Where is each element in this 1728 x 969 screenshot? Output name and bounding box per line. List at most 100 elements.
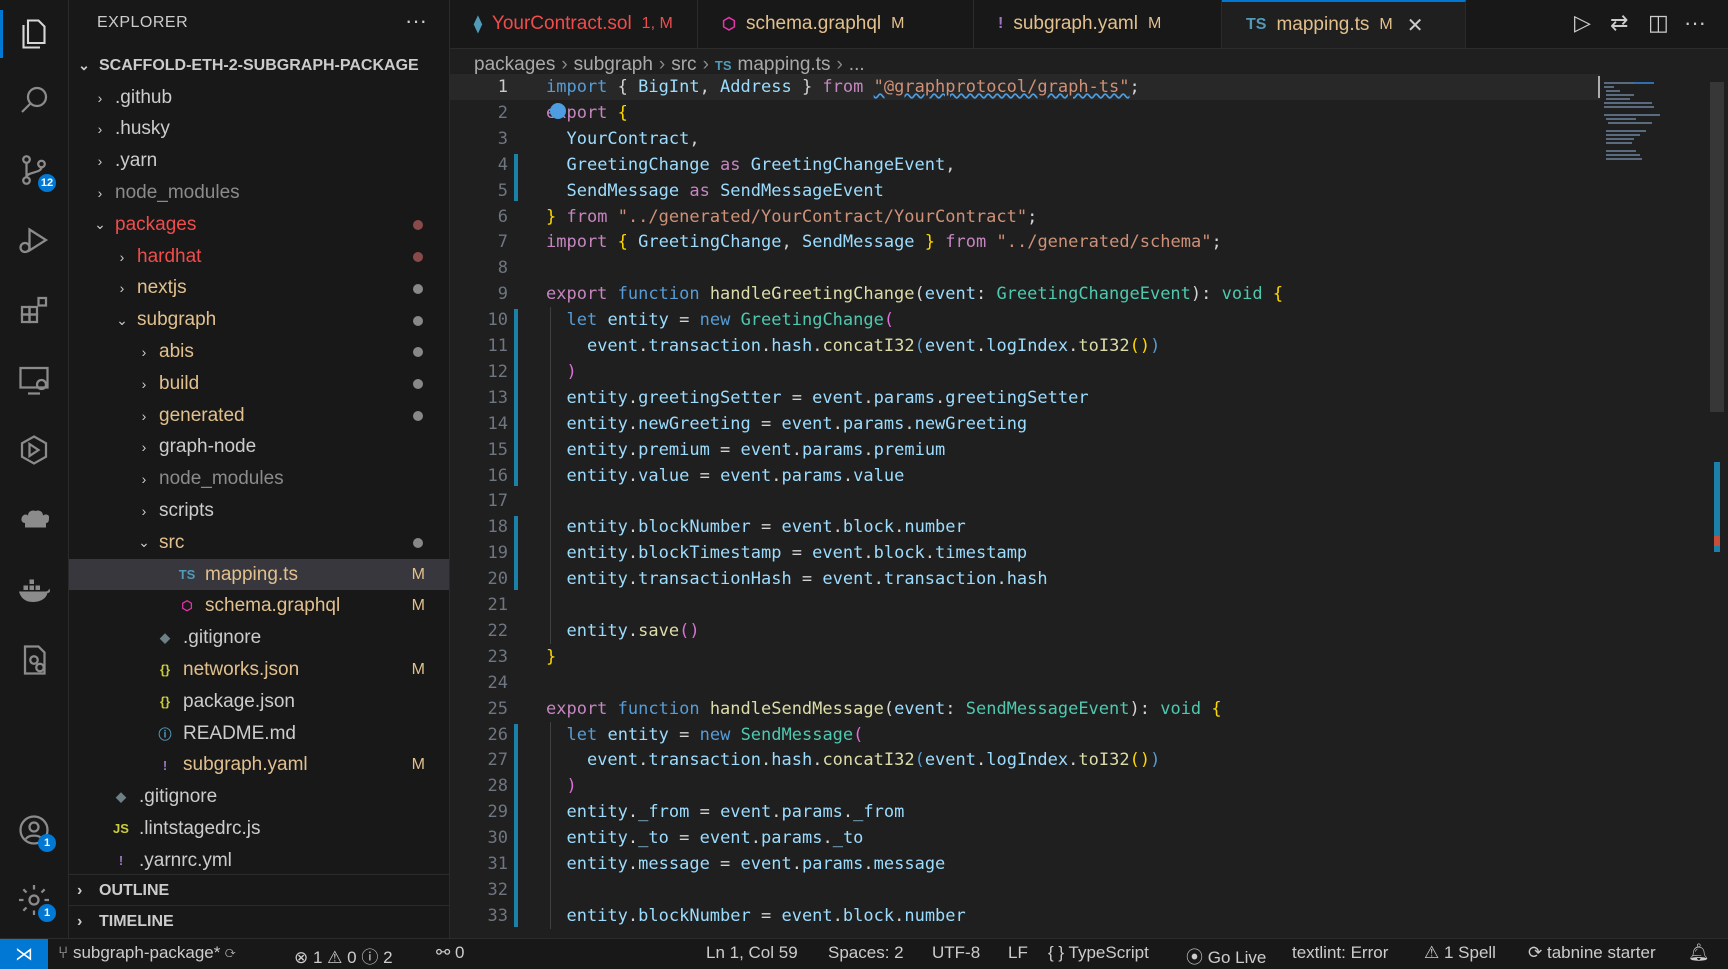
eol-status[interactable]: LF: [1008, 943, 1028, 963]
editor-tab[interactable]: ⬡ schema.graphql M: [698, 0, 974, 48]
scrollbar-thumb[interactable]: [1710, 82, 1724, 412]
git-change-marker[interactable]: [514, 516, 518, 590]
extensions-icon[interactable]: [0, 280, 68, 340]
explorer-icon[interactable]: [0, 4, 68, 64]
tree-folder[interactable]: › scripts: [69, 495, 449, 526]
tree-file[interactable]: ! .yarnrc.yml: [69, 845, 449, 876]
code-line[interactable]: 5 SendMessage as SendMessageEvent: [450, 178, 1600, 204]
editor-tab[interactable]: ⧫ YourContract.sol 1, M: [450, 0, 698, 48]
remote-indicator-icon[interactable]: ⋊: [0, 939, 48, 969]
breadcrumb-item[interactable]: src: [671, 54, 696, 76]
tree-folder[interactable]: › abis: [69, 336, 449, 367]
tabnine-status[interactable]: ⟳ tabnine starter: [1528, 943, 1656, 963]
code-line[interactable]: 31 entity.message = event.params.message: [450, 851, 1600, 877]
textlint-status[interactable]: textlint: Error: [1292, 943, 1388, 963]
tree-file[interactable]: ⬡ schema.graphql M: [69, 591, 449, 622]
code-line[interactable]: 8: [450, 255, 1600, 281]
tree-file[interactable]: JS .lintstagedrc.js: [69, 813, 449, 844]
breadcrumb-item[interactable]: mapping.ts: [738, 54, 831, 76]
outline-section[interactable]: › OUTLINE: [69, 874, 449, 906]
run-debug-icon[interactable]: [0, 210, 68, 270]
tree-folder[interactable]: ⌄ subgraph: [69, 305, 449, 336]
editor-tab[interactable]: TS mapping.ts M ✕: [1222, 0, 1466, 48]
run-icon[interactable]: ▷: [1574, 10, 1591, 36]
indentation-status[interactable]: Spaces: 2: [828, 943, 904, 963]
code-line[interactable]: 17: [450, 488, 1600, 514]
tree-folder[interactable]: ⌄ src: [69, 527, 449, 558]
source-control-icon[interactable]: 12: [0, 140, 68, 200]
code-line[interactable]: 12 ): [450, 359, 1600, 385]
cursor-position[interactable]: Ln 1, Col 59: [706, 943, 798, 963]
split-editor-icon[interactable]: ◫: [1648, 10, 1669, 36]
tree-folder[interactable]: › .github: [69, 82, 449, 113]
code-line[interactable]: 1 import { BigInt, Address } from "@graph…: [450, 74, 1600, 100]
more-actions-icon[interactable]: ···: [1684, 10, 1706, 36]
problems-status[interactable]: ⊗ 1 ⚠ 0 ⓘ 2: [294, 943, 393, 968]
tree-file[interactable]: {} networks.json M: [69, 654, 449, 685]
minimap[interactable]: [1594, 82, 1684, 162]
code-line[interactable]: 7 import { GreetingChange, SendMessage } …: [450, 229, 1600, 255]
code-line[interactable]: 27 event.transaction.hash.concatI32(even…: [450, 747, 1600, 773]
tree-folder[interactable]: › .husky: [69, 114, 449, 145]
code-line[interactable]: 13 entity.greetingSetter = event.params.…: [450, 385, 1600, 411]
ports-status[interactable]: ⚯ 0: [436, 943, 464, 963]
close-icon[interactable]: ✕: [1407, 13, 1424, 38]
code-line[interactable]: 23}: [450, 644, 1600, 670]
chef-hat-icon[interactable]: [0, 490, 68, 550]
code-line[interactable]: 9 export function handleGreetingChange(ev…: [450, 281, 1600, 307]
tree-folder[interactable]: ⌄ packages: [69, 209, 449, 240]
tree-folder[interactable]: › nextjs: [69, 273, 449, 304]
encoding-status[interactable]: UTF-8: [932, 943, 980, 963]
go-live-button[interactable]: ⦿ Go Live: [1186, 943, 1266, 968]
code-line[interactable]: 30 entity._to = event.params._to: [450, 825, 1600, 851]
code-line[interactable]: 10 let entity = new GreetingChange(: [450, 307, 1600, 333]
code-line[interactable]: 2 export {: [450, 100, 1600, 126]
tree-file[interactable]: TS mapping.ts M: [69, 559, 449, 590]
code-line[interactable]: 20 entity.transactionHash = event.transa…: [450, 566, 1600, 592]
docker-icon[interactable]: [0, 560, 68, 620]
tree-file[interactable]: ◆ .gitignore: [69, 782, 449, 813]
code-line[interactable]: 29 entity._from = event.params._from: [450, 799, 1600, 825]
breadcrumb-item[interactable]: subgraph: [574, 54, 653, 76]
tree-file[interactable]: ! subgraph.yaml M: [69, 750, 449, 781]
more-actions-icon[interactable]: ···: [405, 8, 427, 34]
tree-folder[interactable]: › graph-node: [69, 432, 449, 463]
notifications-bell-icon[interactable]: 🔔︎: [1688, 943, 1710, 963]
git-change-marker[interactable]: [514, 309, 518, 487]
tree-file[interactable]: {} package.json: [69, 686, 449, 717]
tree-folder[interactable]: › hardhat: [69, 241, 449, 272]
tree-folder[interactable]: › build: [69, 368, 449, 399]
compare-changes-icon[interactable]: ⇄: [1610, 10, 1628, 36]
tree-folder[interactable]: › generated: [69, 400, 449, 431]
tree-file[interactable]: ◆ .gitignore: [69, 623, 449, 654]
code-line[interactable]: 33 entity.blockNumber = event.block.numb…: [450, 903, 1600, 929]
breadcrumb-item[interactable]: ...: [849, 54, 865, 76]
settings-gear-icon[interactable]: 1: [0, 870, 68, 930]
code-line[interactable]: 4 GreetingChange as GreetingChangeEvent,: [450, 152, 1600, 178]
tree-folder[interactable]: › .yarn: [69, 146, 449, 177]
code-line[interactable]: 26 let entity = new SendMessage(: [450, 722, 1600, 748]
code-line[interactable]: 18 entity.blockNumber = event.block.numb…: [450, 514, 1600, 540]
git-change-marker[interactable]: [514, 723, 518, 927]
tree-file[interactable]: ⓘ README.md: [69, 718, 449, 749]
code-line[interactable]: 19 entity.blockTimestamp = event.block.t…: [450, 540, 1600, 566]
code-line[interactable]: 14 entity.newGreeting = event.params.new…: [450, 411, 1600, 437]
code-line[interactable]: 16 entity.value = event.params.value: [450, 463, 1600, 489]
code-line[interactable]: 6} from "../generated/YourContract/YourC…: [450, 204, 1600, 230]
workspace-root[interactable]: ⌄ SCAFFOLD-ETH-2-SUBGRAPH-PACKAGE: [69, 50, 449, 81]
code-line[interactable]: 25 export function handleSendMessage(even…: [450, 696, 1600, 722]
tree-folder[interactable]: › node_modules: [69, 177, 449, 208]
breadcrumb-item[interactable]: packages: [474, 54, 555, 76]
editor-tab[interactable]: ! subgraph.yaml M: [974, 0, 1222, 48]
branch-status[interactable]: ⑂ subgraph-package* ⟳: [58, 943, 235, 963]
code-editor[interactable]: 1 import { BigInt, Address } from "@graph…: [450, 74, 1728, 938]
code-line[interactable]: 32: [450, 877, 1600, 903]
remote-explorer-icon[interactable]: [0, 350, 68, 410]
code-line[interactable]: 28 ): [450, 773, 1600, 799]
testing-icon[interactable]: [0, 630, 68, 690]
code-line[interactable]: 22 entity.save(): [450, 618, 1600, 644]
git-change-marker[interactable]: [514, 153, 518, 202]
language-mode[interactable]: { } TypeScript: [1048, 943, 1149, 963]
accounts-icon[interactable]: 1: [0, 800, 68, 860]
code-line[interactable]: 3 YourContract,: [450, 126, 1600, 152]
